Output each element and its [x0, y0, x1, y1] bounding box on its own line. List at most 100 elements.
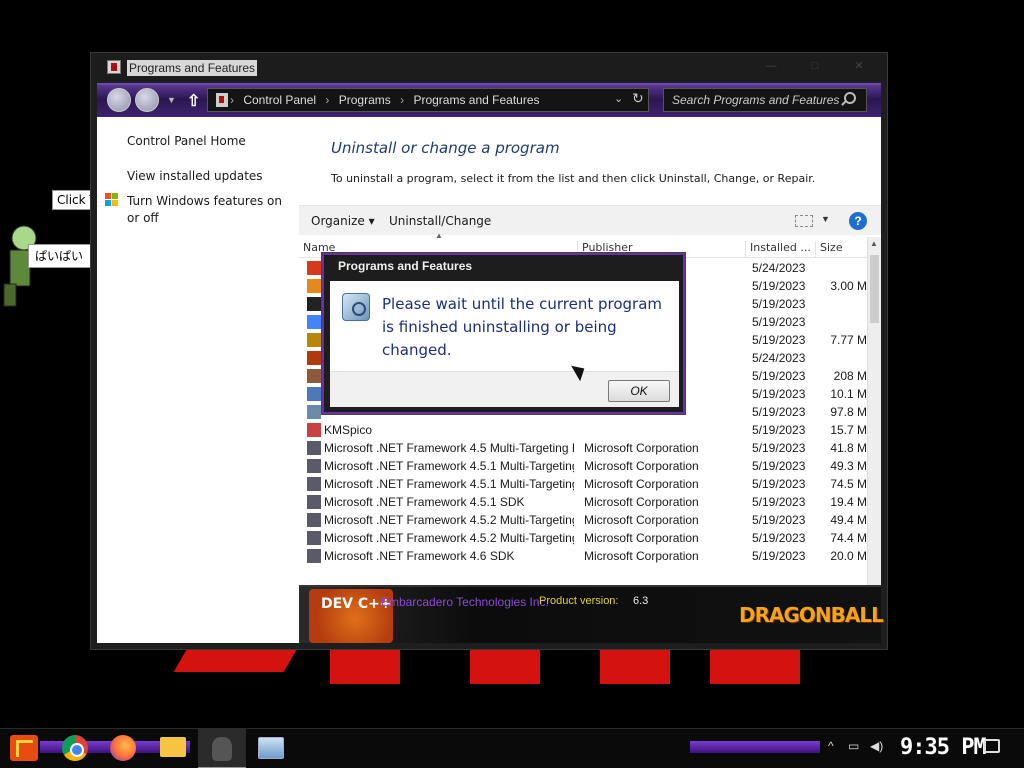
breadcrumb-control-panel[interactable]: Control Panel [243, 93, 316, 107]
windows-features-link[interactable]: Turn Windows features on or off [127, 193, 297, 227]
column-size[interactable]: Size [815, 241, 867, 258]
organize-button[interactable]: Organize ▾ [311, 214, 375, 228]
program-size: 97.8 M [830, 405, 867, 419]
view-installed-updates-link[interactable]: View installed updates [127, 168, 263, 185]
file-explorer-icon[interactable] [160, 737, 186, 757]
table-row[interactable]: Microsoft .NET Framework 4.5 Multi-Targe… [299, 439, 867, 457]
program-name: Microsoft .NET Framework 4.5.2 Multi-Tar… [324, 531, 574, 545]
minimize-button[interactable]: — [757, 57, 785, 75]
clock[interactable]: 9:35 PM [900, 735, 987, 760]
help-icon[interactable]: ? [849, 212, 867, 230]
view-dropdown-icon[interactable]: ▼ [821, 214, 830, 224]
breadcrumb-programs-features[interactable]: Programs and Features [413, 93, 539, 107]
network-icon[interactable]: ▭ [848, 739, 859, 753]
dragonball-logo: DRAGONBALL [739, 603, 884, 627]
dialog-footer: OK [330, 371, 679, 407]
dialog-body: Please wait until the current program is… [330, 281, 679, 371]
program-icon [307, 315, 321, 329]
search-placeholder: Search Programs and Features [672, 93, 840, 107]
program-name: Microsoft .NET Framework 4.5.1 SDK [324, 495, 525, 509]
program-icon [307, 333, 321, 347]
program-installed-date: 5/19/2023 [752, 459, 806, 473]
title-bar[interactable]: Programs and Features — □ ✕ [91, 53, 887, 81]
program-installed-date: 5/19/2023 [752, 279, 806, 293]
table-row[interactable]: Microsoft .NET Framework 4.5.1 Multi-Tar… [299, 457, 867, 475]
address-dropdown-icon[interactable]: ⌄ [614, 92, 623, 105]
taskbar-active-app[interactable] [198, 729, 246, 768]
program-publisher: Microsoft Corporation [584, 549, 699, 563]
back-button[interactable] [107, 88, 131, 112]
table-row[interactable]: Microsoft .NET Framework 4.5.2 Multi-Tar… [299, 511, 867, 529]
notifications-icon[interactable] [984, 739, 1000, 753]
program-size: 49.4 M [830, 513, 867, 527]
command-bar: Organize ▾ Uninstall/Change ▼ ? [299, 205, 881, 235]
character-app-icon [212, 737, 232, 761]
table-row[interactable]: Microsoft .NET Framework 4.6 SDK Microsof… [299, 547, 867, 565]
program-icon [307, 297, 321, 311]
programs-installer-icon [342, 293, 370, 321]
uninstall-change-button[interactable]: Uninstall/Change [389, 214, 491, 228]
scroll-up-icon[interactable]: ▲ [870, 239, 878, 248]
program-size: 41.8 M [830, 441, 867, 455]
vertical-scroll-thumb[interactable] [870, 255, 879, 323]
recent-pages-dropdown[interactable]: ▼ [167, 95, 176, 105]
program-installed-date: 5/19/2023 [752, 495, 806, 509]
left-pane: Control Panel Home View installed update… [97, 117, 299, 643]
control-panel-icon [107, 60, 121, 74]
program-installed-date: 5/19/2023 [752, 315, 806, 329]
up-arrow-icon[interactable]: ⇧ [187, 91, 200, 111]
ok-button[interactable]: OK [608, 380, 670, 402]
maximize-button[interactable]: □ [801, 57, 829, 75]
program-installed-date: 5/19/2023 [752, 387, 806, 401]
view-options-icon[interactable] [795, 215, 813, 227]
program-installed-date: 5/19/2023 [752, 549, 806, 563]
program-icon [307, 495, 321, 509]
search-input[interactable]: Search Programs and Features [663, 88, 867, 112]
window-title: Programs and Features [127, 60, 258, 76]
details-pane: DEV C++ Embarcadero Technologies Inc. Pr… [299, 585, 884, 643]
program-installed-date: 5/19/2023 [752, 477, 806, 491]
address-bar: ▼ ⇧ › Control Panel › Programs › Program… [97, 83, 881, 117]
column-installed[interactable]: Installed ... [745, 241, 815, 258]
refresh-icon[interactable]: ↻ [632, 90, 644, 107]
program-icon [307, 279, 321, 293]
program-installed-date: 5/19/2023 [752, 369, 806, 383]
program-installed-date: 5/19/2023 [752, 441, 806, 455]
sticky-note-click[interactable]: Click T [52, 190, 92, 210]
tray-chevron-icon[interactable]: ^ [828, 739, 834, 753]
program-size: 3.00 M [830, 279, 867, 293]
program-icon [307, 531, 321, 545]
volume-icon[interactable]: ◀) [870, 739, 883, 753]
program-installed-date: 5/19/2023 [752, 297, 806, 311]
program-size: 208 M [833, 369, 867, 383]
table-row[interactable]: Microsoft .NET Framework 4.5.1 Multi-Tar… [299, 475, 867, 493]
program-publisher: Microsoft Corporation [584, 495, 699, 509]
program-icon [307, 351, 321, 365]
firefox-icon[interactable] [110, 735, 136, 761]
control-panel-home-link[interactable]: Control Panel Home [127, 133, 246, 150]
program-icon [307, 423, 321, 437]
program-icon [307, 261, 321, 275]
table-row[interactable]: KMSpico 5/19/2023 15.7 M [299, 421, 867, 439]
close-button[interactable]: ✕ [845, 57, 873, 75]
address-box[interactable]: › Control Panel › Programs › Programs an… [207, 88, 649, 112]
control-panel-taskbar-icon[interactable] [258, 737, 284, 759]
details-version: 6.3 [633, 595, 649, 607]
program-installed-date: 5/19/2023 [752, 405, 806, 419]
program-size: 74.4 M [830, 531, 867, 545]
forward-button[interactable] [135, 88, 159, 112]
chrome-icon[interactable] [62, 735, 88, 761]
search-icon[interactable] [844, 92, 856, 104]
start-button[interactable] [10, 735, 38, 761]
table-row[interactable]: Microsoft .NET Framework 4.5.1 SDK Micros… [299, 493, 867, 511]
program-size: 7.77 M [830, 333, 867, 347]
desktop: Click T ぱいぱい Programs and Features — □ ✕… [0, 0, 1024, 768]
table-row[interactable]: Microsoft .NET Framework 4.5.2 Multi-Tar… [299, 529, 867, 547]
program-name: Microsoft .NET Framework 4.5.2 Multi-Tar… [324, 513, 574, 527]
program-name: KMSpico [324, 423, 373, 437]
taskbar: ^ ▭ ◀) 9:35 PM [0, 728, 1024, 768]
vertical-scrollbar[interactable]: ▲ ▼ [867, 237, 881, 621]
page-description: To uninstall a program, select it from t… [331, 172, 816, 185]
program-publisher: Microsoft Corporation [584, 459, 699, 473]
breadcrumb-programs[interactable]: Programs [339, 93, 391, 107]
